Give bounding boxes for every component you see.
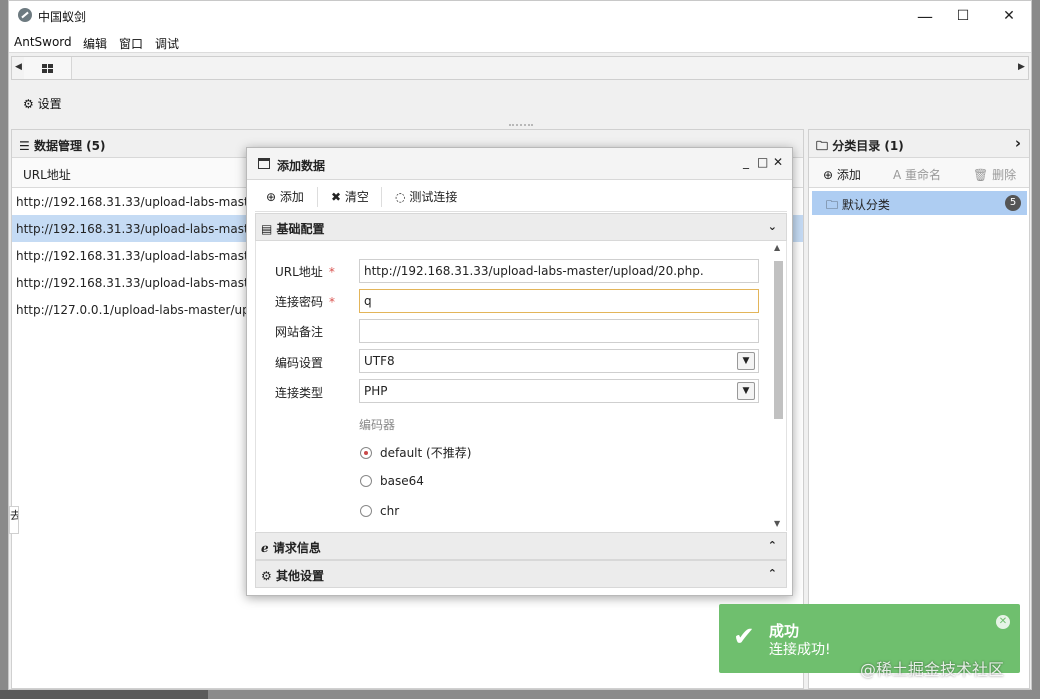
type-label: 连接类型 bbox=[275, 386, 324, 400]
trash-icon: 🗑 bbox=[973, 168, 989, 182]
dialog-title: 添加数据 bbox=[277, 159, 326, 173]
category-item-label: 默认分类 bbox=[841, 198, 890, 212]
data-panel-title: 数据管理 (5) bbox=[33, 139, 106, 153]
plus-circle-icon: ⊕ bbox=[266, 190, 277, 204]
plus-circle-icon: ⊕ bbox=[823, 168, 834, 182]
tab-strip: ◀ ▶ bbox=[11, 56, 1029, 80]
minimize-button[interactable]: — bbox=[905, 5, 945, 27]
count-badge: 5 bbox=[1005, 195, 1021, 211]
category-add-button[interactable]: ⊕ 添加 bbox=[823, 166, 861, 183]
dialog-title-bar: 添加数据 _ □ ✕ bbox=[247, 148, 792, 180]
category-panel-header: 🗀 分类目录 (1) › bbox=[809, 130, 1029, 158]
category-rename-button[interactable]: A 重命名 bbox=[893, 166, 941, 183]
file-icon: ▤ bbox=[261, 222, 273, 236]
dialog-clear-button[interactable]: ✖ 清空 bbox=[331, 188, 369, 205]
gears-icon: ⚙ bbox=[261, 569, 272, 583]
category-item-default[interactable]: 🗀 默认分类 5 bbox=[812, 191, 1027, 215]
ie-icon: ℯ bbox=[261, 541, 269, 555]
toast-message: 连接成功! bbox=[769, 642, 831, 658]
encoder-chr-radio[interactable]: chr bbox=[360, 504, 399, 518]
chevron-down-icon: ▼ bbox=[737, 352, 755, 370]
toolbar-divider bbox=[317, 187, 318, 207]
note-input[interactable] bbox=[359, 319, 759, 343]
dialog-add-button[interactable]: ⊕ 添加 bbox=[266, 188, 304, 205]
chevron-up-icon: ⌃ bbox=[767, 567, 777, 580]
scroll-up-icon[interactable]: ▲ bbox=[774, 243, 780, 252]
type-select[interactable]: PHP ▼ bbox=[359, 379, 759, 403]
tab-home[interactable] bbox=[24, 57, 72, 79]
toast-close-icon[interactable]: ✕ bbox=[996, 615, 1010, 629]
encoder-default-radio[interactable]: default (不推荐) bbox=[360, 444, 471, 461]
tab-scroll-left-icon[interactable]: ◀ bbox=[15, 62, 22, 72]
password-input[interactable]: q bbox=[359, 289, 759, 313]
window-title: 中国蚁剑 bbox=[38, 10, 87, 24]
menu-edit[interactable]: 编辑 bbox=[83, 35, 107, 52]
tab-scroll-right-icon[interactable]: ▶ bbox=[1018, 62, 1025, 72]
folder-icon: 🗀 bbox=[826, 198, 839, 212]
antsword-logo-icon bbox=[18, 8, 32, 22]
close-button[interactable]: ✕ bbox=[989, 5, 1029, 27]
chevron-down-icon: ▼ bbox=[737, 382, 755, 400]
taskbar-fragment bbox=[0, 690, 208, 699]
category-toolbar: ⊕ 添加 A 重命名 🗑 删除 bbox=[809, 158, 1029, 188]
chevron-down-icon: ⌄ bbox=[767, 220, 777, 233]
main-toolbar: ⚙ 设置 bbox=[11, 81, 1029, 126]
scrollbar-thumb[interactable] bbox=[774, 261, 783, 419]
section-basic-config[interactable]: ▤ 基础配置 ⌄ bbox=[255, 213, 787, 241]
section-other-settings[interactable]: ⚙ 其他设置 ⌃ bbox=[255, 560, 787, 588]
watermark: @稀土掘金技术社区 bbox=[860, 660, 1005, 679]
maximize-button[interactable]: ☐ bbox=[943, 5, 983, 27]
radio-checked-icon bbox=[360, 447, 372, 459]
dialog-maximize-button[interactable]: □ bbox=[757, 155, 768, 169]
form-scrollbar[interactable]: ▲ ▼ bbox=[772, 241, 784, 531]
font-icon: A bbox=[893, 168, 902, 182]
toolbar-divider bbox=[381, 187, 382, 207]
password-label: 连接密码 * bbox=[275, 295, 336, 309]
toast-title: 成功 bbox=[769, 622, 800, 640]
spinner-icon: ◌ bbox=[395, 190, 406, 204]
encoder-base64-radio[interactable]: base64 bbox=[360, 474, 424, 488]
dialog-toolbar: ⊕ 添加 ✖ 清空 ◌ 测试连接 bbox=[255, 182, 787, 212]
dialog-close-button[interactable]: ✕ bbox=[773, 155, 783, 169]
menu-debug[interactable]: 调试 bbox=[155, 35, 179, 52]
folder-icon: 🗀 bbox=[816, 139, 829, 153]
list-icon: ☰ bbox=[19, 139, 30, 153]
side-fragment: 去 bbox=[9, 506, 19, 534]
encoding-select[interactable]: UTF8 ▼ bbox=[359, 349, 759, 373]
section-request-info[interactable]: ℯ 请求信息 ⌃ bbox=[255, 532, 787, 560]
dialog-minimize-button[interactable]: _ bbox=[743, 155, 749, 169]
menu-window[interactable]: 窗口 bbox=[119, 35, 143, 52]
url-input[interactable]: http://192.168.31.33/upload-labs-master/… bbox=[359, 259, 759, 283]
check-icon: ✔ bbox=[733, 622, 755, 652]
window-icon bbox=[258, 158, 270, 169]
basic-config-form: URL地址 * http://192.168.31.33/upload-labs-… bbox=[255, 241, 787, 531]
radio-icon bbox=[360, 505, 372, 517]
chevron-right-icon[interactable]: › bbox=[1015, 134, 1021, 152]
encoder-title: 编码器 bbox=[359, 418, 396, 432]
category-delete-button[interactable]: 🗑 删除 bbox=[973, 166, 1016, 183]
grid-icon bbox=[42, 63, 53, 73]
add-data-dialog: 添加数据 _ □ ✕ ⊕ 添加 ✖ 清空 ◌ 测试连接 ▤ 基础配置 ⌄ URL… bbox=[246, 147, 793, 596]
test-connection-button[interactable]: ◌ 测试连接 bbox=[395, 188, 457, 205]
encoding-label: 编码设置 bbox=[275, 356, 324, 370]
settings-label: 设置 bbox=[37, 97, 62, 111]
radio-icon bbox=[360, 475, 372, 487]
gear-icon: ⚙ bbox=[23, 97, 34, 111]
note-label: 网站备注 bbox=[275, 325, 324, 339]
close-icon: ✖ bbox=[331, 190, 342, 204]
menu-bar: AntSword 编辑 窗口 调试 bbox=[9, 31, 1031, 53]
url-label: URL地址 * bbox=[275, 265, 335, 279]
title-bar: 中国蚁剑 — ☐ ✕ bbox=[9, 1, 1031, 31]
menu-antsword[interactable]: AntSword bbox=[14, 35, 72, 49]
chevron-up-icon: ⌃ bbox=[767, 539, 777, 552]
settings-button[interactable]: ⚙ 设置 bbox=[23, 95, 62, 112]
resize-grip[interactable] bbox=[509, 124, 533, 126]
scroll-down-icon[interactable]: ▼ bbox=[774, 519, 780, 528]
category-panel-title: 分类目录 (1) bbox=[832, 139, 904, 153]
